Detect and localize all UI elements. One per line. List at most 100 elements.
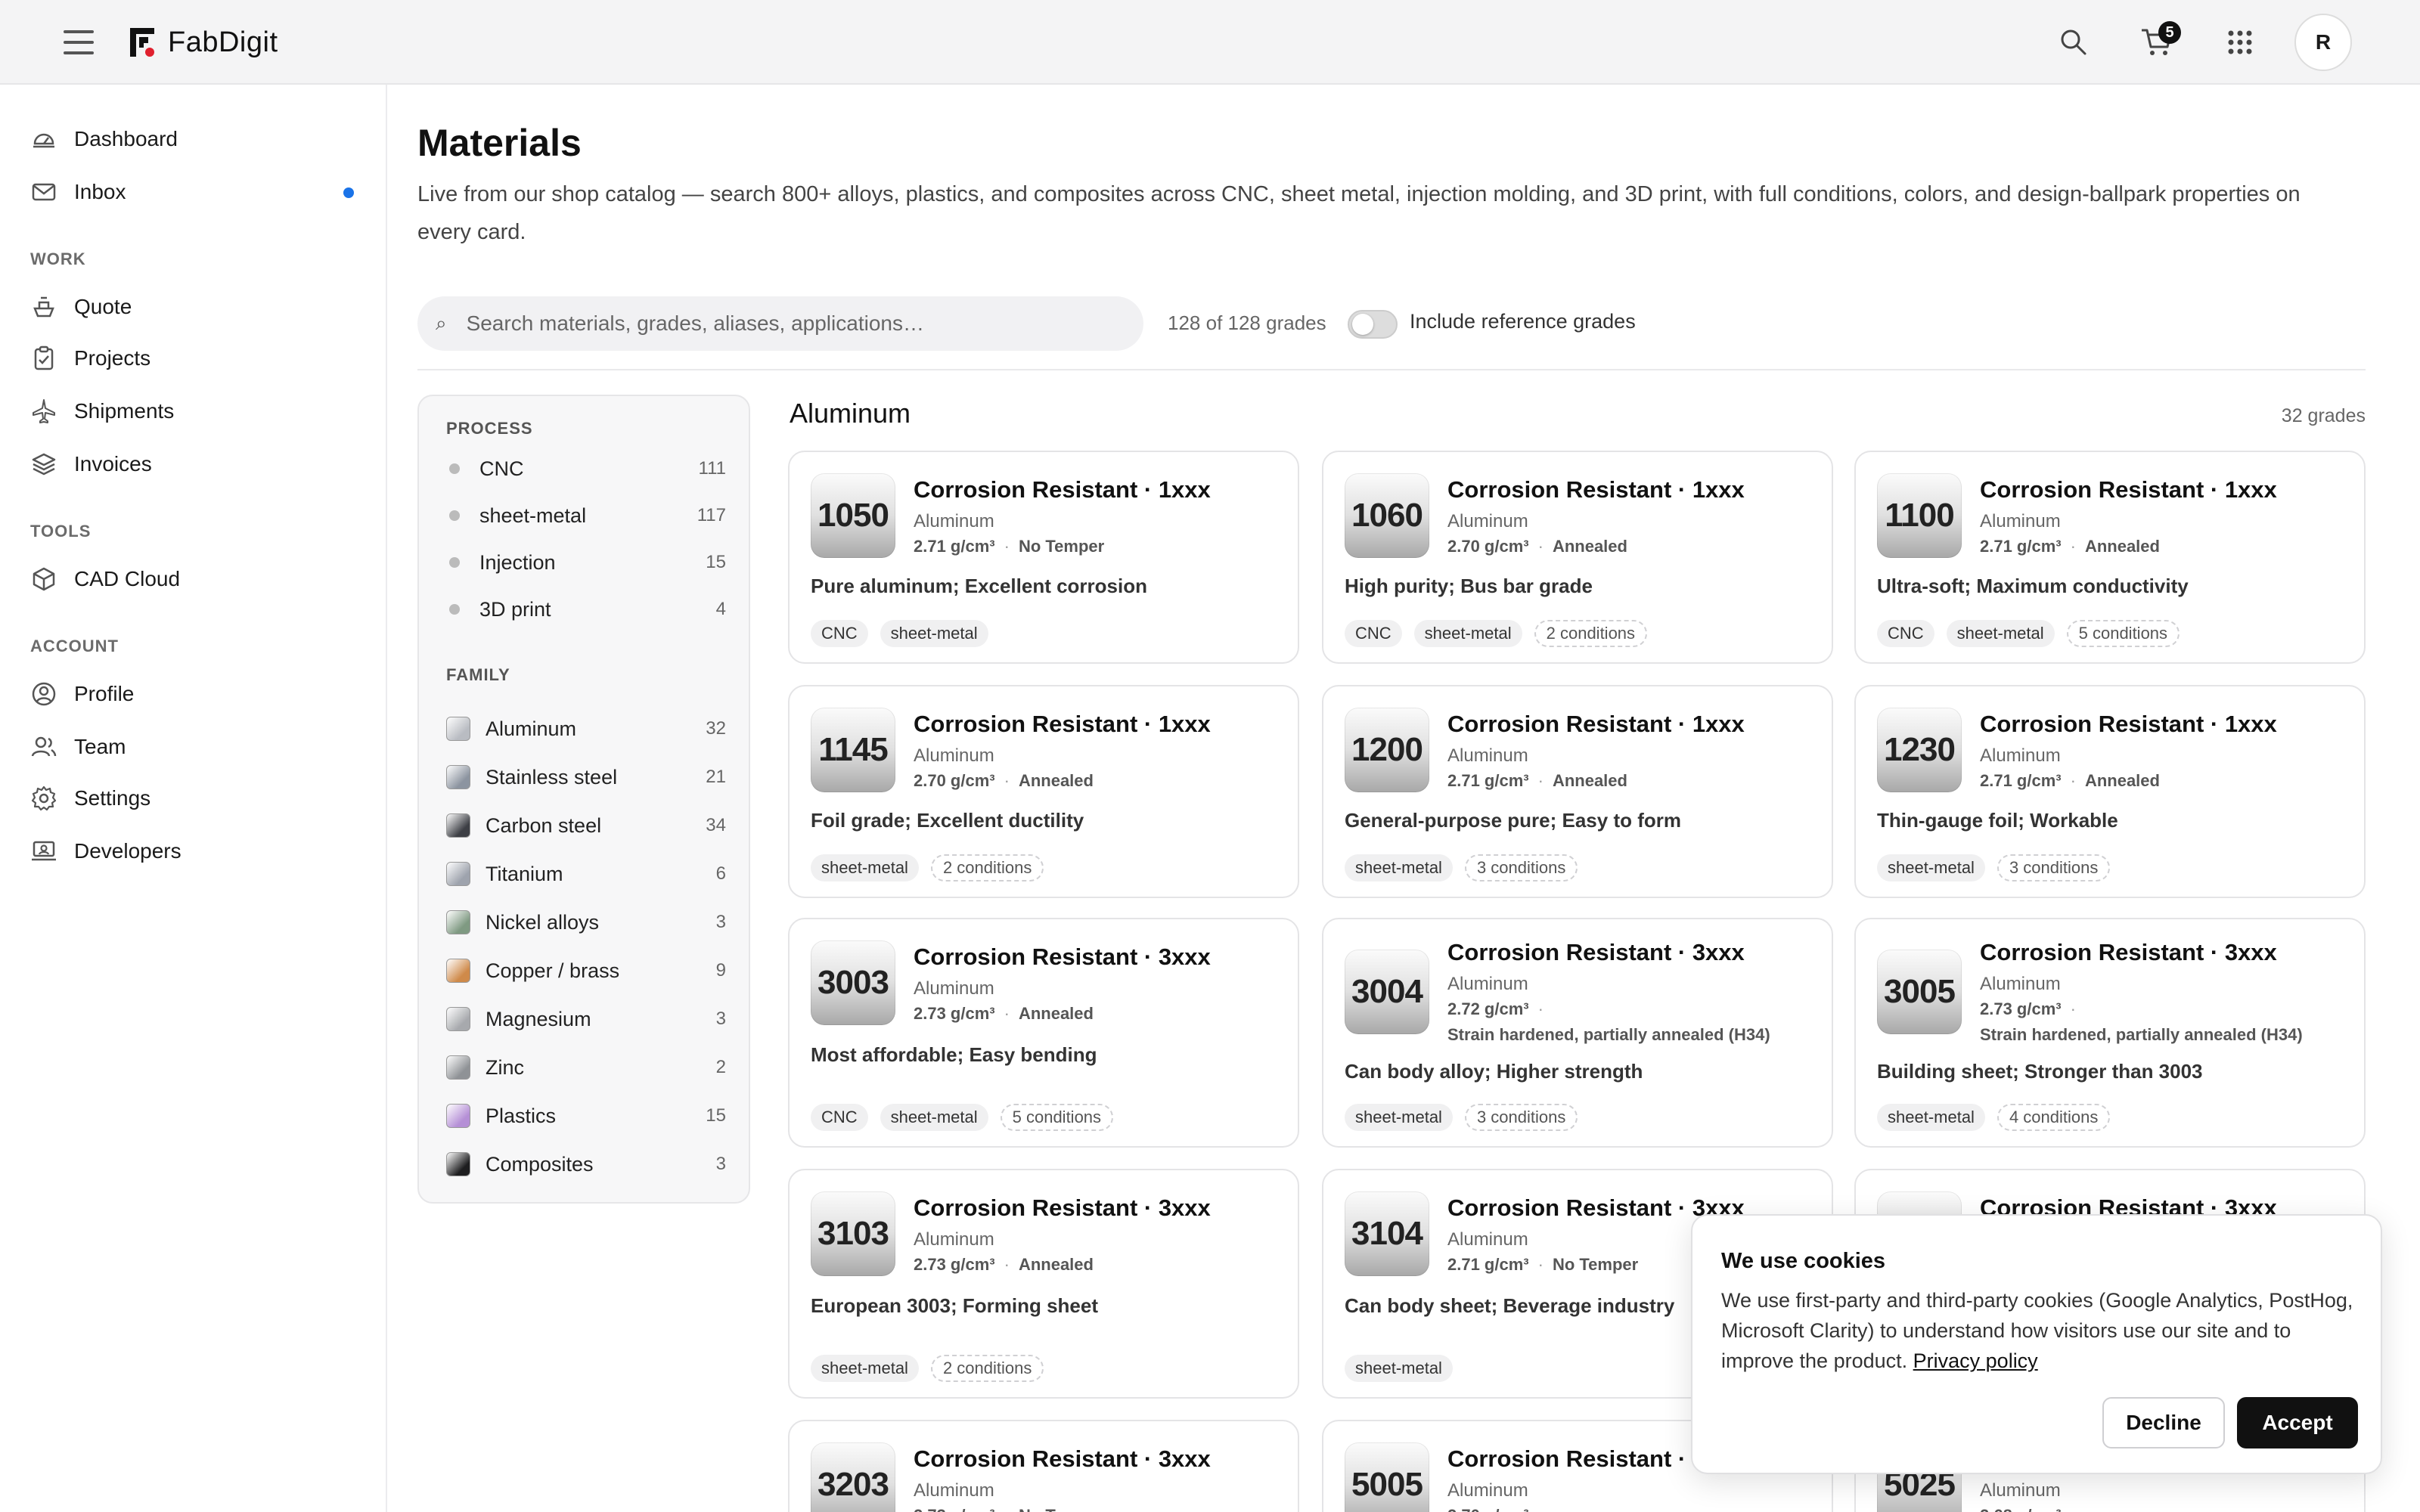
sidebar-item-cad-cloud[interactable]: CAD Cloud [30,558,363,600]
privacy-policy-link[interactable]: Privacy policy [1913,1349,2038,1372]
reference-grades-toggle[interactable] [1348,310,1398,339]
accept-button[interactable]: Accept [2237,1397,2358,1448]
filter-process-sheet-metal[interactable]: sheet-metal 117 [446,499,726,532]
card-description: Ultra-soft; Maximum conductivity [1877,575,2189,597]
card-properties: 2.70 g/cm³ [1447,1506,1529,1512]
filter-family-zinc[interactable]: Zinc 2 [446,1051,726,1084]
card-title: Corrosion Resistant · 1xxx [914,476,1211,503]
card-properties: 2.73 g/cm³·No Temper [914,1506,1104,1512]
material-card[interactable]: 3005 Corrosion Resistant · 3xxx Aluminum 2.… [1854,918,2366,1148]
process-tag: sheet-metal [811,1355,919,1382]
sidebar-item-inbox[interactable]: Inbox [30,171,363,213]
card-family: Aluminum [1980,745,2061,766]
card-family: Aluminum [1447,974,1528,994]
card-description: Most affordable; Easy bending [811,1043,1097,1066]
cart-count-badge: 5 [2158,21,2181,44]
conditions-tag[interactable]: 2 conditions [930,1355,1044,1382]
team-icon [31,736,57,757]
filter-process-cnc[interactable]: CNC 111 [446,452,726,485]
material-card[interactable]: 1145 Corrosion Resistant · 1xxx Aluminum 2.… [788,685,1299,898]
card-title: Corrosion Resistant · 1xxx [1980,711,2277,737]
family-swatch [446,862,470,886]
user-icon [32,682,56,706]
material-card[interactable]: 1050 Corrosion Resistant · 1xxx Aluminum 2.… [788,451,1299,664]
filter-family-aluminum[interactable]: Aluminum 32 [446,712,726,745]
material-card[interactable]: 3103 Corrosion Resistant · 3xxx Aluminum 2.… [788,1169,1299,1399]
material-card[interactable]: 1100 Corrosion Resistant · 1xxx Aluminum 2.… [1854,451,2366,664]
sidebar-item-settings[interactable]: Settings [30,777,363,820]
filter-family-titanium[interactable]: Titanium 6 [446,857,726,891]
card-properties: 2.71 g/cm³ · No Temper [914,537,1105,556]
conditions-tag[interactable]: 3 conditions [1464,1104,1578,1131]
sidebar-item-projects[interactable]: Projects [30,337,363,380]
family-swatch [446,1007,470,1031]
conditions-tag[interactable]: 5 conditions [2066,620,2180,647]
card-properties: 2.70 g/cm³ · Annealed [1447,537,1627,556]
apps-grid-icon[interactable] [2217,20,2263,65]
cart-icon[interactable]: 5 [2134,20,2181,65]
family-swatch [446,1055,470,1080]
card-temper: Annealed [1018,1255,1094,1274]
search-input[interactable] [466,311,1117,336]
search-bar[interactable]: ⌕ [417,296,1143,351]
conditions-tag[interactable]: 4 conditions [1996,1104,2111,1131]
grade-tile: 1145 [811,708,895,792]
top-bar: FabDigit 5 R [0,0,2420,85]
plane-icon [33,399,55,423]
grade-tile: 1230 [1877,708,1962,792]
card-family: Aluminum [914,745,994,766]
material-card[interactable]: 1200 Corrosion Resistant · 1xxx Aluminum 2.… [1322,685,1833,898]
hamburger-menu-icon[interactable] [60,27,97,57]
filter-family-magnesium[interactable]: Magnesium 3 [446,1002,726,1036]
sidebar-item-shipments[interactable]: Shipments [30,390,363,432]
card-properties: 2.73 g/cm³ · Annealed [914,1255,1094,1274]
search-icon[interactable] [2051,20,2096,65]
toggle-label: Include reference grades [1410,310,1636,333]
conditions-tag[interactable]: 2 conditions [930,854,1044,881]
divider [417,369,2366,370]
sidebar-item-dashboard[interactable]: Dashboard [30,118,363,160]
filter-family-composites[interactable]: Composites 3 [446,1148,726,1181]
card-tags: CNC sheet-metal 5 conditions [811,1104,1114,1131]
process-tag: sheet-metal [1413,620,1522,647]
card-title: Corrosion Resistant · 1xxx [1447,711,1745,737]
filter-family-nickel-alloys[interactable]: Nickel alloys 3 [446,906,726,939]
decline-button[interactable]: Decline [2102,1397,2225,1448]
conditions-tag[interactable]: 3 conditions [1996,854,2111,881]
app-logo[interactable]: FabDigit [129,23,278,62]
filter-family-carbon-steel[interactable]: Carbon steel 34 [446,809,726,842]
material-card[interactable]: 3004 Corrosion Resistant · 3xxx Aluminum 2.… [1322,918,1833,1148]
filter-family-stainless-steel[interactable]: Stainless steel 21 [446,761,726,794]
filter-dot [449,604,460,615]
conditions-tag[interactable]: 3 conditions [1464,854,1578,881]
card-tags: CNC sheet-metal 2 conditions [1345,620,1648,647]
sidebar-item-team[interactable]: Team [30,726,363,768]
gear-icon [31,785,57,811]
card-properties: 2.72 g/cm³ · [1447,999,1544,1018]
filter-family-plastics[interactable]: Plastics 15 [446,1099,726,1132]
nav-section-tools: TOOLS [30,522,92,541]
filter-family-copper-brass[interactable]: Copper / brass 9 [446,954,726,987]
avatar[interactable]: R [2294,14,2352,71]
section-title: Aluminum [790,398,911,429]
sidebar-item-developers[interactable]: Developers [30,830,363,872]
process-tag: sheet-metal [1345,1104,1453,1131]
conditions-tag[interactable]: 2 conditions [1534,620,1648,647]
sidebar-item-quote[interactable]: Quote [30,286,363,328]
filter-process-3d-print[interactable]: 3D print 4 [446,593,726,626]
process-tag: sheet-metal [880,620,988,647]
material-card[interactable]: 1060 Corrosion Resistant · 1xxx Aluminum 2.… [1322,451,1833,664]
grade-tile: 3004 [1345,950,1429,1034]
material-card[interactable]: 3003 Corrosion Resistant · 3xxx Aluminum 2.… [788,918,1299,1148]
conditions-tag[interactable]: 5 conditions [1000,1104,1114,1131]
sidebar-item-profile[interactable]: Profile [30,673,363,715]
search-icon: ⌕ [436,311,447,334]
material-card[interactable]: 1230 Corrosion Resistant · 1xxx Aluminum 2.… [1854,685,2366,898]
filter-process-injection[interactable]: Injection 15 [446,546,726,579]
card-family: Aluminum [1447,511,1528,531]
sidebar-item-invoices[interactable]: Invoices [30,443,363,485]
process-tag: sheet-metal [811,854,919,881]
grade-tile: 3103 [811,1191,895,1276]
cookie-text: We use first-party and third-party cooki… [1721,1289,2353,1372]
material-card[interactable]: 3203 Corrosion Resistant · 3xxx Aluminum 2.… [788,1420,1299,1512]
